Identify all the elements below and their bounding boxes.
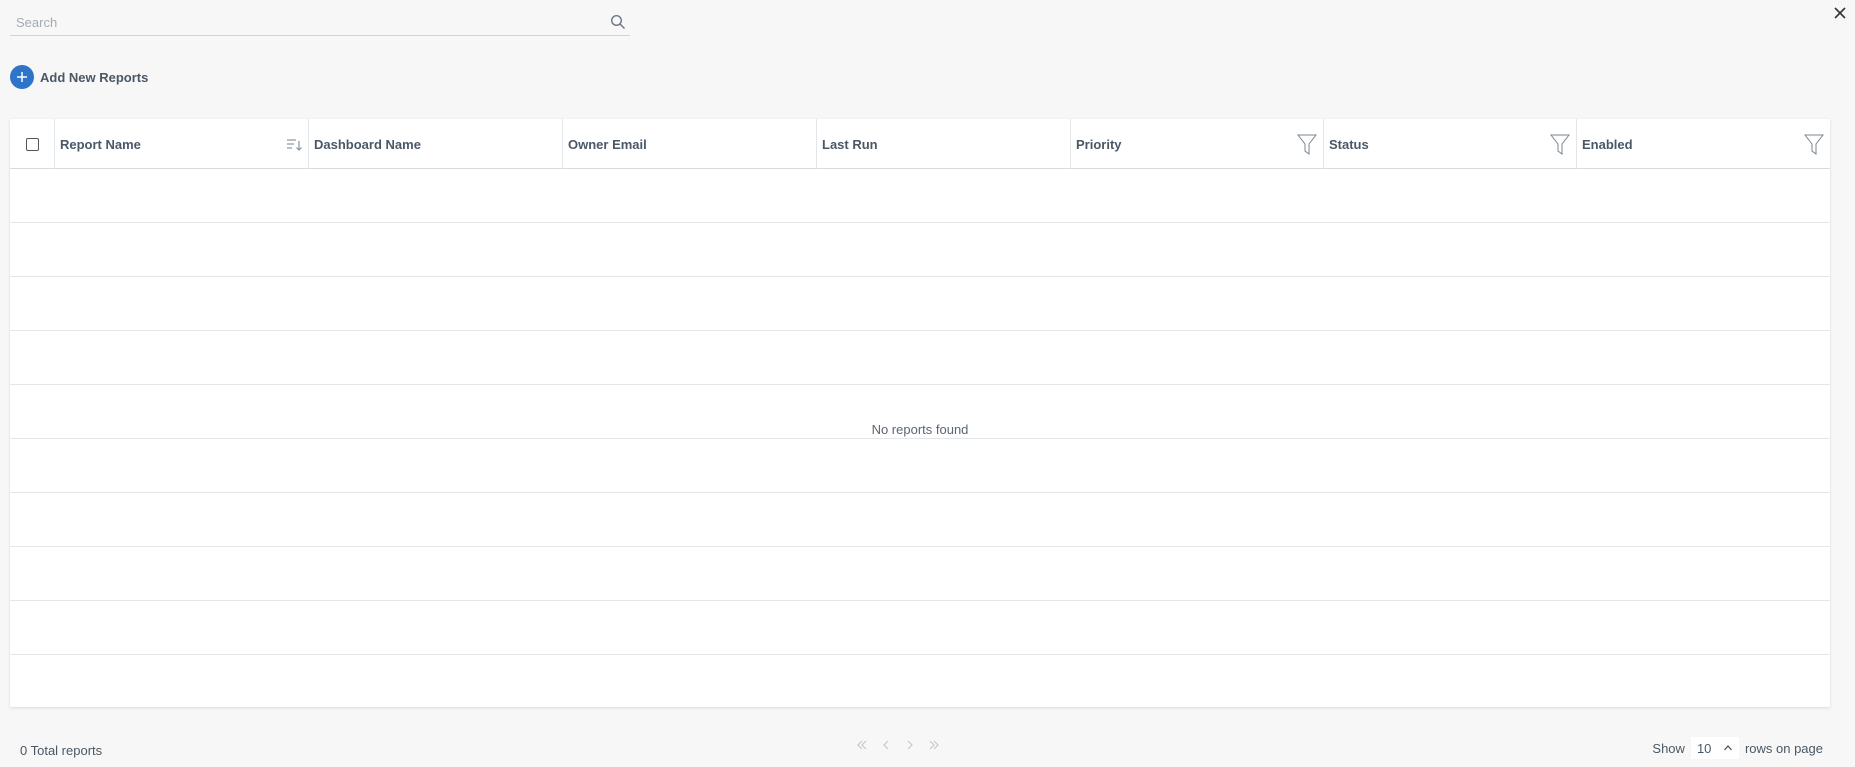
search-icon[interactable]	[610, 14, 626, 30]
column-header-report-name[interactable]: Report Name	[55, 119, 309, 169]
table-row	[10, 493, 1830, 547]
table-row	[10, 601, 1830, 655]
last-page-icon[interactable]	[927, 736, 941, 754]
rows-per-page-control: Show 10 rows on page	[1652, 737, 1823, 759]
select-all-cell	[10, 119, 55, 169]
column-header-last-run[interactable]: Last Run	[817, 119, 1071, 169]
first-page-icon[interactable]	[855, 736, 869, 754]
chevron-up-icon	[1723, 745, 1732, 751]
table-row	[10, 439, 1830, 493]
table-row	[10, 331, 1830, 385]
rows-suffix-label: rows on page	[1744, 740, 1823, 756]
column-header-owner-email[interactable]: Owner Email	[563, 119, 817, 169]
table-row	[10, 277, 1830, 331]
prev-page-icon[interactable]	[879, 736, 893, 754]
table-header: Report Name Dashboard Name Owner Email L…	[10, 119, 1830, 169]
add-new-reports-button[interactable]: Add New Reports	[10, 65, 148, 89]
filter-icon[interactable]	[1297, 134, 1317, 156]
column-label: Priority	[1076, 136, 1122, 152]
next-page-icon[interactable]	[903, 736, 917, 754]
empty-state-message: No reports found	[871, 422, 969, 437]
rows-per-page-select[interactable]: 10	[1690, 737, 1739, 759]
close-icon[interactable]	[1831, 4, 1849, 22]
filter-icon[interactable]	[1550, 134, 1570, 156]
search-input[interactable]	[10, 10, 600, 34]
column-label: Status	[1329, 136, 1369, 152]
table-row	[10, 655, 1830, 709]
table-row	[10, 169, 1830, 223]
column-label: Enabled	[1582, 136, 1633, 152]
add-new-reports-label: Add New Reports	[40, 69, 149, 85]
sort-icon[interactable]	[286, 137, 302, 153]
column-header-dashboard-name[interactable]: Dashboard Name	[309, 119, 563, 169]
table-row	[10, 547, 1830, 601]
column-label: Owner Email	[568, 136, 647, 152]
table-body	[10, 169, 1830, 709]
show-label: Show	[1652, 740, 1685, 756]
plus-icon	[10, 65, 34, 89]
total-reports-count: 0 Total reports	[20, 743, 103, 758]
table-row	[10, 223, 1830, 277]
column-header-enabled[interactable]: Enabled	[1577, 119, 1830, 169]
reports-table: Report Name Dashboard Name Owner Email L…	[10, 119, 1830, 707]
column-label: Last Run	[822, 136, 878, 152]
search-bar	[10, 10, 630, 36]
column-label: Report Name	[60, 136, 141, 152]
select-all-checkbox[interactable]	[25, 137, 39, 151]
filter-icon[interactable]	[1804, 134, 1824, 156]
column-label: Dashboard Name	[314, 136, 421, 152]
column-header-status[interactable]: Status	[1324, 119, 1577, 169]
column-header-priority[interactable]: Priority	[1071, 119, 1324, 169]
pagination	[855, 736, 941, 754]
rows-per-page-value: 10	[1696, 740, 1712, 756]
